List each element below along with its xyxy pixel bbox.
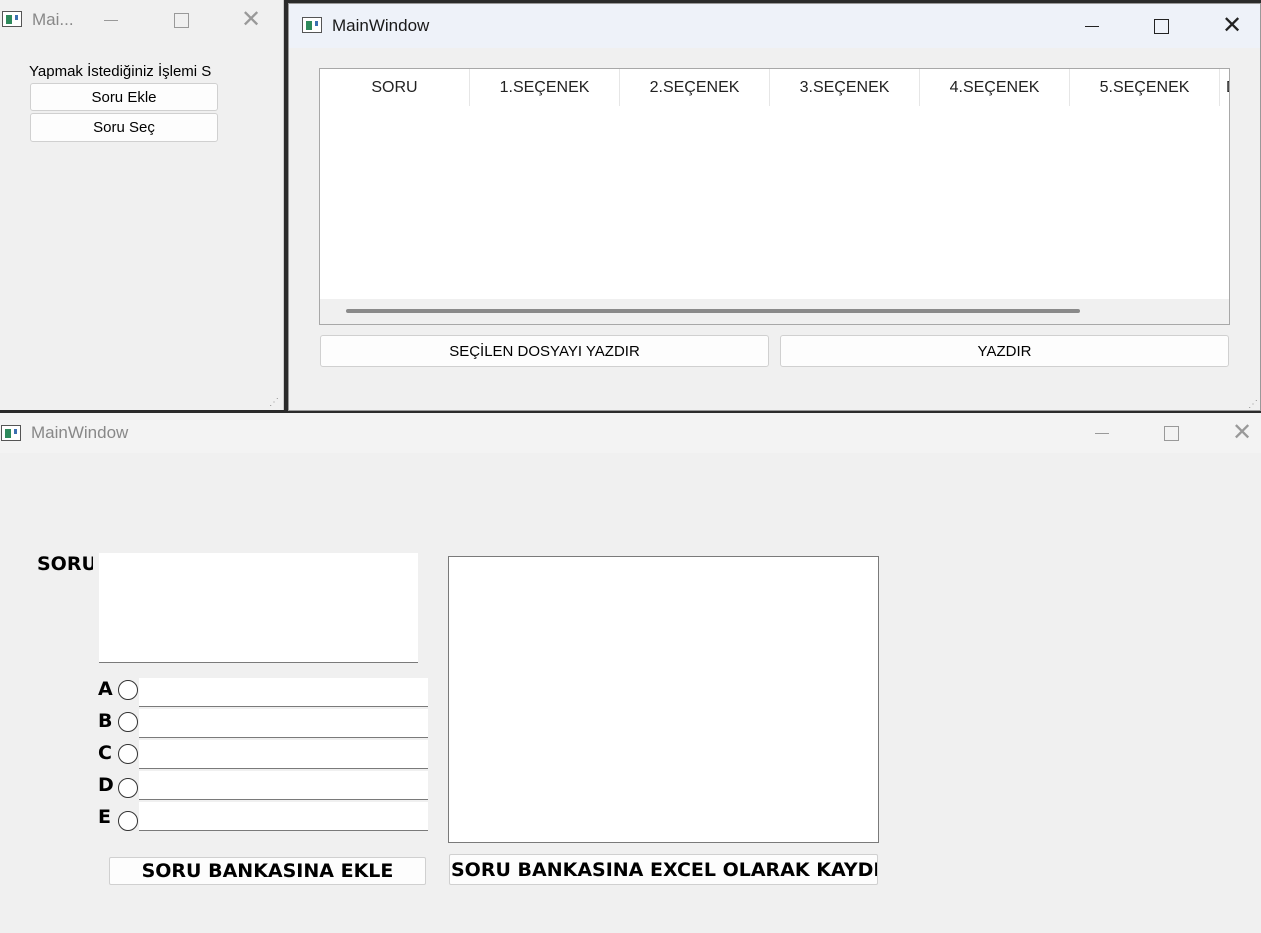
option-input-e[interactable] [139, 802, 428, 831]
window-title: MainWindow [332, 16, 430, 35]
resize-grip-icon[interactable]: ⋰ [269, 397, 279, 408]
maximize-icon[interactable] [1148, 417, 1194, 449]
column-header[interactable]: 3.SEÇENEK [770, 69, 920, 106]
app-icon [302, 17, 322, 33]
column-header[interactable]: 1.SEÇENEK [470, 69, 620, 106]
option-radio-b[interactable] [118, 712, 138, 732]
question-label: SORU [37, 553, 93, 575]
scrollbar-thumb[interactable] [346, 309, 1080, 313]
option-input-d[interactable] [139, 771, 428, 800]
option-input-a[interactable] [139, 678, 428, 707]
close-icon[interactable]: ✕ [1209, 9, 1255, 41]
save-excel-button[interactable]: SORU BANKASINA EXCEL OLARAK KAYDET [449, 854, 878, 885]
option-label-a: A [98, 678, 113, 700]
add-question-button[interactable]: Soru Ekle [30, 83, 218, 111]
close-icon[interactable]: ✕ [228, 3, 274, 35]
window-title: Mai... [32, 10, 74, 29]
column-header[interactable]: SORU [320, 69, 470, 106]
option-label-e: E [98, 806, 111, 828]
menu-window-titlebar[interactable]: Mai... ✕ [0, 0, 283, 40]
option-radio-c[interactable] [118, 744, 138, 764]
app-icon [1, 425, 21, 441]
table-window: MainWindow ✕ SORU 1.SEÇENEK 2.SEÇENEK 3.… [288, 3, 1261, 411]
print-selected-file-button[interactable]: SEÇİLEN DOSYAYI YAZDIR [320, 335, 769, 367]
minimize-icon[interactable] [1069, 10, 1115, 42]
menu-window: Mai... ✕ Yapmak İstediğiniz İşlemi S Sor… [0, 0, 284, 410]
app-icon [2, 11, 22, 27]
resize-grip-icon[interactable]: ⋰ [1248, 399, 1258, 410]
maximize-icon[interactable] [1138, 10, 1184, 42]
question-input[interactable] [99, 553, 418, 663]
question-table[interactable]: SORU 1.SEÇENEK 2.SEÇENEK 3.SEÇENEK 4.SEÇ… [319, 68, 1230, 325]
editor-window-titlebar[interactable]: MainWindow ✕ [0, 413, 1261, 453]
window-title: MainWindow [31, 423, 129, 442]
select-question-button[interactable]: Soru Seç [30, 113, 218, 142]
option-label-d: D [98, 774, 114, 796]
maximize-icon[interactable] [158, 4, 204, 36]
minimize-icon[interactable] [1079, 417, 1125, 449]
column-header[interactable]: 2.SEÇENEK [620, 69, 770, 106]
option-radio-d[interactable] [118, 778, 138, 798]
editor-window: MainWindow ✕ SORU A B C D E SORU BANKASI… [0, 413, 1261, 933]
horizontal-scrollbar[interactable] [320, 299, 1229, 324]
table-window-titlebar[interactable]: MainWindow ✕ [289, 4, 1260, 48]
option-label-b: B [98, 710, 113, 732]
option-radio-a[interactable] [118, 680, 138, 700]
option-input-c[interactable] [139, 740, 428, 769]
option-input-b[interactable] [139, 709, 428, 738]
add-to-bank-button[interactable]: SORU BANKASINA EKLE [109, 857, 426, 885]
option-radio-e[interactable] [118, 811, 138, 831]
option-label-c: C [98, 742, 112, 764]
preview-area[interactable] [448, 556, 879, 843]
close-icon[interactable]: ✕ [1219, 416, 1261, 448]
minimize-icon[interactable] [88, 4, 134, 36]
column-header[interactable]: 4.SEÇENEK [920, 69, 1070, 106]
column-header[interactable]: 5.SEÇENEK [1070, 69, 1220, 106]
print-button[interactable]: YAZDIR [780, 335, 1229, 367]
prompt-label: Yapmak İstediğiniz İşlemi S [29, 63, 212, 80]
column-header[interactable]: D [1220, 69, 1229, 106]
table-header: SORU 1.SEÇENEK 2.SEÇENEK 3.SEÇENEK 4.SEÇ… [320, 69, 1229, 106]
